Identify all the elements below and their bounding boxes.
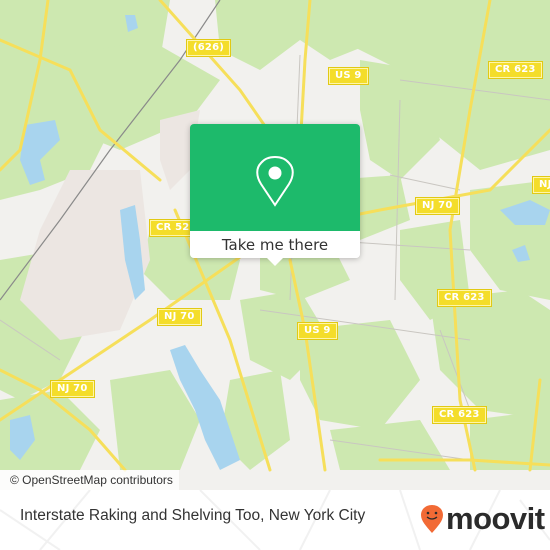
- moovit-wordmark: moovit: [446, 501, 545, 536]
- location-popup: Take me there: [190, 124, 360, 266]
- footer-bar: Interstate Raking and Shelving Too, New …: [0, 490, 550, 550]
- road-label-us9: US 9: [328, 67, 369, 85]
- place-name: Interstate Raking and Shelving Too, New …: [20, 507, 366, 524]
- map-attribution: © OpenStreetMap contributors: [0, 470, 179, 490]
- road-label-cr623: CR 623: [432, 406, 487, 424]
- location-pin-icon: [256, 155, 294, 207]
- road-label-cr623: CR 623: [437, 289, 492, 307]
- road-label-nj70: NJ 70: [50, 380, 95, 398]
- road-label-us9: US 9: [297, 322, 338, 340]
- road-label-626: (626): [185, 39, 232, 57]
- moovit-smiley-pin-icon: [421, 505, 443, 533]
- road-label-nj70: NJ 70: [415, 197, 460, 215]
- take-me-there-button[interactable]: Take me there: [190, 231, 360, 258]
- road-label-cr623: CR 623: [488, 61, 543, 79]
- popup-header: [190, 124, 360, 231]
- popup-pointer: [266, 257, 284, 266]
- moovit-logo[interactable]: moovit: [420, 501, 545, 536]
- map-view[interactable]: (626) US 9 CR 623 NJ 70 NJ CR 527 NJ 70 …: [0, 0, 550, 490]
- road-label-nj: NJ: [532, 176, 550, 194]
- road-label-nj70: NJ 70: [157, 308, 202, 326]
